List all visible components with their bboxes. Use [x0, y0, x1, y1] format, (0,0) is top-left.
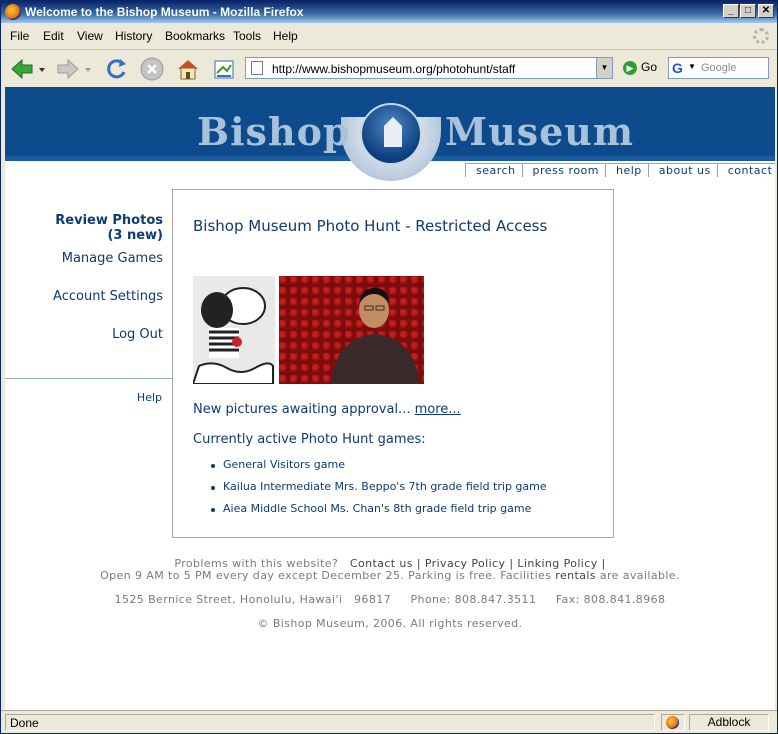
awaiting-text: New pictures awaiting approval... more..… — [193, 402, 461, 417]
stop-icon[interactable] — [139, 56, 165, 82]
page-content: Bishop Museum search press room help about … — [5, 87, 775, 710]
more-link[interactable]: more... — [415, 402, 461, 417]
photo-thumbnail-portrait[interactable] — [279, 276, 424, 384]
top-links: search press room help about us contact — [465, 163, 775, 177]
page-heading: Bishop Museum Photo Hunt - Restricted Ac… — [193, 217, 548, 235]
toplink-search[interactable]: search — [465, 164, 522, 177]
go-button[interactable]: ▶ Go — [623, 60, 657, 75]
firefox-icon — [5, 4, 21, 20]
search-input-placeholder[interactable]: Google — [701, 62, 736, 74]
url-dropdown-icon[interactable]: ▼ — [596, 58, 612, 78]
nav-help-link[interactable]: Help — [137, 391, 162, 404]
nav-log-out[interactable]: Log Out — [112, 327, 163, 342]
engine-dropdown-icon[interactable]: ▼ — [688, 62, 696, 71]
status-text: Done — [5, 714, 655, 731]
navigation-toolbar: http://www.bishopmuseum.org/photohunt/st… — [1, 49, 777, 87]
status-bar: Done Adblock — [1, 710, 777, 733]
go-label: Go — [641, 60, 658, 74]
footer-line-2: Open 9 AM to 5 PM every day except Decem… — [100, 569, 680, 582]
back-arrow-icon[interactable] — [9, 56, 35, 82]
toplink-contact[interactable]: contact — [716, 164, 775, 177]
menu-history[interactable]: History — [115, 29, 152, 43]
reload-icon[interactable] — [103, 56, 129, 82]
page-icon — [251, 61, 263, 75]
logo-word-bishop: Bishop — [197, 109, 351, 154]
search-box[interactable]: G ▼ Google — [668, 57, 769, 79]
toplink-press-room[interactable]: press room — [521, 164, 605, 177]
game-item[interactable]: General Visitors game — [211, 458, 547, 480]
footer-rentals-link[interactable]: rentals — [555, 569, 596, 582]
maximize-button[interactable]: □ — [740, 4, 756, 18]
menu-edit[interactable]: Edit — [43, 29, 64, 43]
main-panel: Bishop Museum Photo Hunt - Restricted Ac… — [172, 189, 614, 538]
menu-help[interactable]: Help — [273, 29, 298, 43]
site-banner: Bishop Museum — [5, 87, 775, 181]
bookmark-page-icon[interactable] — [211, 56, 237, 82]
forward-history-dropdown-icon[interactable] — [83, 56, 93, 82]
menu-tools[interactable]: Tools — [233, 29, 261, 43]
adblock-button[interactable]: Adblock — [689, 714, 769, 731]
toplink-help[interactable]: help — [605, 164, 648, 177]
close-button[interactable]: ✕ — [758, 4, 774, 18]
menu-file[interactable]: File — [10, 29, 29, 43]
menu-bookmarks[interactable]: Bookmarks — [165, 29, 225, 43]
logo-word-museum: Museum — [445, 109, 635, 154]
nav-divider — [5, 378, 172, 379]
throbber-icon — [753, 28, 769, 44]
title-bar: Welcome to the Bishop Museum - Mozilla F… — [1, 1, 777, 23]
go-arrow-icon: ▶ — [623, 60, 637, 75]
game-item[interactable]: Kailua Intermediate Mrs. Beppo's 7th gra… — [211, 480, 547, 502]
window-title: Welcome to the Bishop Museum - Mozilla F… — [25, 5, 304, 19]
forward-arrow-icon[interactable] — [55, 56, 81, 82]
nav-account-settings[interactable]: Account Settings — [53, 289, 163, 304]
minimize-button[interactable]: _ — [723, 4, 739, 18]
url-bar[interactable]: http://www.bishopmuseum.org/photohunt/st… — [245, 57, 613, 79]
toplink-about-us[interactable]: about us — [647, 164, 717, 177]
footer-copyright: © Bishop Museum, 2006. All rights reserv… — [257, 617, 523, 630]
url-text[interactable]: http://www.bishopmuseum.org/photohunt/st… — [272, 62, 515, 76]
nav-review-count[interactable]: (3 new) — [107, 228, 163, 243]
photo-thumbnail-cartoon[interactable] — [193, 276, 275, 384]
back-history-dropdown-icon[interactable] — [37, 56, 47, 82]
footer-address: 1525 Bernice Street, Honolulu, Hawai'i 9… — [114, 593, 666, 606]
firefox-status-icon[interactable] — [661, 714, 685, 731]
game-item[interactable]: Aiea Middle School Ms. Chan's 8th grade … — [211, 502, 547, 524]
menu-bar: File Edit View History Bookmarks Tools H… — [1, 23, 777, 49]
browser-window: Welcome to the Bishop Museum - Mozilla F… — [0, 0, 778, 734]
games-list: General Visitors game Kailua Intermediat… — [211, 458, 547, 524]
nav-review-photos[interactable]: Review Photos — [55, 213, 163, 228]
home-icon[interactable] — [175, 56, 201, 82]
museum-building-logo-icon[interactable] — [360, 103, 422, 165]
active-games-label: Currently active Photo Hunt games: — [193, 432, 426, 447]
nav-manage-games[interactable]: Manage Games — [62, 251, 163, 266]
menu-view[interactable]: View — [77, 29, 103, 43]
google-engine-icon[interactable]: G — [672, 60, 686, 76]
